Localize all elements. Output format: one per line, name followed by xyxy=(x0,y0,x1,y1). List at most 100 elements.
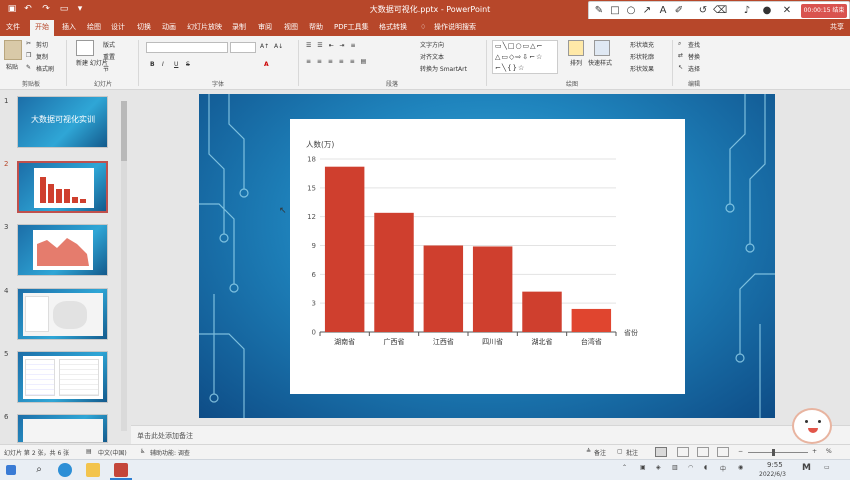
present-icon[interactable]: ▭ xyxy=(58,3,70,15)
tray-app-icon[interactable]: ▣ xyxy=(640,464,646,471)
strikethrough-button[interactable]: S xyxy=(186,61,190,68)
layout-button[interactable]: 版式 xyxy=(103,40,115,49)
notes-pane[interactable]: 单击此处添加备注 xyxy=(131,425,850,444)
normal-view-icon[interactable] xyxy=(655,447,667,457)
undo-icon[interactable]: ↶ xyxy=(22,3,34,15)
circle-icon[interactable]: ○ xyxy=(625,5,637,17)
reset-button[interactable]: 重置 xyxy=(103,52,115,61)
tab-animations[interactable]: 动画 xyxy=(162,22,176,33)
zoom-slider[interactable] xyxy=(748,452,808,453)
share-button[interactable]: 共享 xyxy=(830,22,844,32)
tab-record[interactable]: 录制 xyxy=(232,22,246,33)
slide-thumbnail-1[interactable]: 大数据可视化实训 xyxy=(17,96,108,148)
bullets-icon[interactable]: ☰ ☰ ⇤ ⇥ ≡ xyxy=(306,42,357,49)
shape-effects-button[interactable]: 形状效果 xyxy=(630,64,654,73)
tab-transitions[interactable]: 切换 xyxy=(137,22,151,33)
wifi-icon[interactable]: ◠ xyxy=(688,464,693,471)
shape-outline-button[interactable]: 形状轮廓 xyxy=(630,52,654,61)
new-slide-icon[interactable] xyxy=(76,40,94,56)
quick-styles-button[interactable]: 快速样式 xyxy=(588,58,612,67)
edge-browser-icon[interactable] xyxy=(58,463,72,477)
cut-button[interactable]: 剪切 xyxy=(36,40,48,49)
arrow-icon[interactable]: ↗ xyxy=(641,5,653,17)
rectangle-icon[interactable]: □ xyxy=(609,5,621,17)
format-painter-icon[interactable]: ✎ xyxy=(26,64,31,71)
align-text-button[interactable]: 对齐文本 xyxy=(420,52,444,61)
shape-fill-button[interactable]: 形状填充 xyxy=(630,40,654,49)
customize-qat-icon[interactable]: ▾ xyxy=(74,3,86,15)
current-slide[interactable]: 0 3 6 9 12 15 18 人数(万) 省份 湖南省 广西省 江西省 四川省 湖北省 台湾省 xyxy=(199,94,775,418)
font-name-field[interactable] xyxy=(146,42,228,53)
microphone-icon[interactable]: ● xyxy=(761,5,773,17)
tab-help[interactable]: 帮助 xyxy=(309,22,323,33)
italic-button[interactable]: I xyxy=(162,61,164,68)
accessibility-status[interactable]: 辅助功能: 调查 xyxy=(150,448,190,457)
increase-font-icon[interactable]: A↑ xyxy=(260,43,269,50)
clock-date[interactable]: 2022/6/3 xyxy=(759,471,786,478)
copy-button[interactable]: 复制 xyxy=(36,52,48,61)
notes-button[interactable]: 备注 xyxy=(594,448,606,457)
network-icon[interactable]: ◈ xyxy=(656,464,661,471)
bold-button[interactable]: B xyxy=(150,61,155,68)
decrease-font-icon[interactable]: A↓ xyxy=(274,43,283,50)
comments-icon[interactable]: ▢ xyxy=(617,448,623,455)
tab-design[interactable]: 设计 xyxy=(111,22,125,33)
thumbnail-scrollbar-thumb[interactable] xyxy=(121,101,127,161)
copy-icon[interactable]: ❐ xyxy=(26,52,31,59)
text-direction-button[interactable]: 文字方向 xyxy=(420,40,444,49)
select-icon[interactable]: ↖ xyxy=(678,64,683,71)
tab-format-convert[interactable]: 格式转换 xyxy=(379,22,407,33)
tray-app-icon[interactable]: M xyxy=(802,463,811,473)
tray-app-icon[interactable]: ▥ xyxy=(672,464,678,471)
speaker-icon[interactable]: ♪ xyxy=(741,5,753,17)
notification-icon[interactable]: ▭ xyxy=(824,464,830,471)
tab-slideshow[interactable]: 幻灯片放映 xyxy=(187,22,222,33)
slideshow-view-icon[interactable] xyxy=(717,447,729,457)
align-icon[interactable]: ≡ ≡ ≡ ≡ ≡ ▤ xyxy=(306,58,368,65)
section-button[interactable]: 节 xyxy=(103,64,109,73)
select-button[interactable]: 选择 xyxy=(688,64,700,73)
clear-icon[interactable]: ⌫ xyxy=(713,5,727,17)
underline-button[interactable]: U xyxy=(174,61,178,68)
tray-app-icon[interactable]: ◉ xyxy=(738,464,743,471)
language-indicator[interactable]: 中文(中国) xyxy=(98,448,127,457)
spellcheck-icon[interactable]: ▤ xyxy=(86,448,92,455)
clock-time[interactable]: 9:55 xyxy=(767,461,783,469)
paste-label[interactable]: 粘贴 xyxy=(6,62,18,71)
font-color-icon[interactable]: A xyxy=(264,61,269,68)
file-explorer-icon[interactable] xyxy=(86,463,100,477)
shapes-gallery[interactable]: ▭╲□○▭△⌐ △▭◇⇨⇩⌐☆ ⌐╲{}☆ xyxy=(492,40,558,74)
chart-container[interactable]: 0 3 6 9 12 15 18 人数(万) 省份 湖南省 广西省 江西省 四川省 湖北省 台湾省 xyxy=(290,119,685,394)
zoom-in-icon[interactable]: + xyxy=(812,448,817,455)
notes-icon[interactable]: ≜ xyxy=(586,448,591,455)
slide-thumbnail-6[interactable] xyxy=(17,414,108,443)
arrange-icon[interactable] xyxy=(568,40,584,56)
recording-timer-button[interactable]: 00:00:15 结束 xyxy=(801,4,847,18)
tab-view[interactable]: 视图 xyxy=(284,22,298,33)
font-size-field[interactable] xyxy=(230,42,256,53)
search-icon[interactable]: ⌕ xyxy=(32,463,46,477)
replace-icon[interactable]: ⇄ xyxy=(678,52,683,59)
slide-sorter-icon[interactable] xyxy=(677,447,689,457)
zoom-slider-thumb[interactable] xyxy=(772,449,775,456)
close-icon[interactable]: ✕ xyxy=(781,5,793,17)
text-icon[interactable]: A xyxy=(657,5,669,17)
slide-thumbnail-5[interactable] xyxy=(17,351,108,403)
highlighter-icon[interactable]: ✐ xyxy=(673,5,685,17)
tray-chevron-icon[interactable]: ⌃ xyxy=(622,464,627,471)
find-icon[interactable]: ⌕ xyxy=(678,40,681,48)
tell-me-search[interactable]: 操作说明搜索 xyxy=(434,22,476,33)
paste-icon[interactable] xyxy=(4,40,22,60)
tab-draw[interactable]: 绘图 xyxy=(87,22,101,33)
zoom-out-icon[interactable]: − xyxy=(738,448,743,455)
format-painter-button[interactable]: 格式刷 xyxy=(36,64,54,73)
convert-smartart-button[interactable]: 转换为 SmartArt xyxy=(420,64,467,73)
tab-file[interactable]: 文件 xyxy=(6,22,20,33)
find-button[interactable]: 查找 xyxy=(688,40,700,49)
tab-home[interactable]: 开始 xyxy=(30,20,54,36)
cut-icon[interactable]: ✂ xyxy=(26,40,31,47)
save-icon[interactable]: ▣ xyxy=(6,3,18,15)
redo-icon[interactable]: ↷ xyxy=(40,3,52,15)
replace-button[interactable]: 替换 xyxy=(688,52,700,61)
comments-button[interactable]: 批注 xyxy=(626,448,638,457)
